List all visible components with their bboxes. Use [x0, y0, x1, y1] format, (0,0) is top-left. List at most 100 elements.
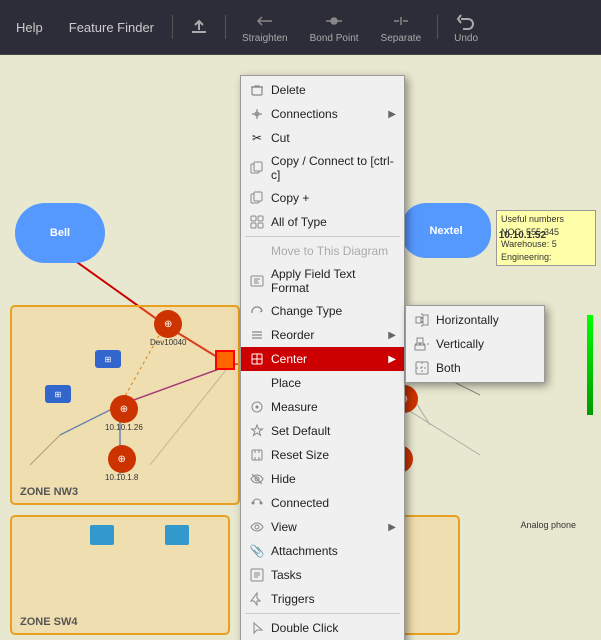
zone-sw4-label: ZONE SW4 — [20, 616, 77, 628]
connected-label: Connected — [271, 496, 396, 510]
connections-icon — [249, 106, 265, 122]
device-node-2[interactable] — [90, 525, 114, 545]
both-center-icon — [414, 360, 430, 376]
router-node-2[interactable]: ⊕ 10.10.1.26 — [105, 395, 143, 432]
triggers-icon — [249, 591, 265, 607]
all-type-label: All of Type — [271, 215, 396, 229]
menu-item-center[interactable]: Center ▶ — [241, 347, 404, 371]
trash-icon — [249, 82, 265, 98]
menu-item-connected[interactable]: Connected — [241, 491, 404, 515]
straighten-label: Straighten — [242, 33, 288, 44]
menu-item-set-default[interactable]: Set Default — [241, 419, 404, 443]
menu-item-view[interactable]: View ▶ — [241, 515, 404, 539]
separate-button[interactable]: Separate — [375, 9, 428, 46]
attachments-label: Attachments — [271, 544, 396, 558]
submenu-item-both[interactable]: Both — [406, 356, 544, 380]
upload-button[interactable] — [183, 15, 215, 39]
menu-item-all-type[interactable]: All of Type — [241, 210, 404, 234]
center-submenu[interactable]: Horizontally Vertically — [405, 305, 545, 383]
router-node-1[interactable]: ⊕ Dev10040 — [150, 310, 186, 347]
menu-item-cut[interactable]: ✂ Cut — [241, 126, 404, 150]
menu-item-place[interactable]: Place — [241, 371, 404, 395]
toolbar-sep-3 — [437, 15, 438, 39]
ip-label: 10.10.1.52 — [499, 230, 546, 241]
menu-item-copy-connect[interactable]: Copy / Connect to [ctrl-c] — [241, 150, 404, 186]
menu-item-hide[interactable]: Hide — [241, 467, 404, 491]
place-icon — [249, 375, 265, 391]
switch-node-1[interactable]: ⊞ — [95, 350, 121, 368]
menu-item-attachments[interactable]: 📎 Attachments — [241, 539, 404, 563]
separate-label: Separate — [381, 33, 422, 44]
change-type-icon — [249, 303, 265, 319]
device-node-1[interactable]: ⊞ — [45, 385, 71, 403]
device-node-3[interactable] — [165, 525, 189, 545]
connections-label: Connections — [271, 107, 382, 121]
move-diagram-label: Move to This Diagram — [271, 244, 396, 258]
field-icon — [249, 273, 265, 289]
dblclick-icon — [249, 620, 265, 636]
signal-bar — [587, 315, 593, 415]
nextel-cloud[interactable]: Nextel — [401, 203, 491, 258]
bell-cloud[interactable]: Bell — [15, 203, 105, 263]
menu-item-reorder[interactable]: Reorder ▶ — [241, 323, 404, 347]
menu-item-tasks[interactable]: Tasks — [241, 563, 404, 587]
measure-icon — [249, 399, 265, 415]
double-click-label: Double Click — [271, 621, 396, 635]
submenu-item-vertically[interactable]: Vertically — [406, 332, 544, 356]
hide-label: Hide — [271, 472, 396, 486]
change-type-label: Change Type — [271, 304, 396, 318]
reset-size-icon — [249, 447, 265, 463]
scissors-icon: ✂ — [249, 130, 265, 146]
menu-item-copy-plus[interactable]: Copy + — [241, 186, 404, 210]
feature-finder-button[interactable]: Feature Finder — [61, 16, 162, 39]
reorder-arrow: ▶ — [388, 330, 396, 341]
menu-sep-1 — [245, 236, 400, 237]
router-icon-2: ⊕ — [110, 395, 138, 423]
selected-node[interactable] — [215, 350, 235, 370]
menu-item-measure[interactable]: Measure — [241, 395, 404, 419]
bond-point-label: Bond Point — [310, 33, 359, 44]
menu-item-change-type[interactable]: Change Type — [241, 299, 404, 323]
v-center-icon — [414, 336, 430, 352]
undo-button[interactable]: Undo — [448, 9, 484, 46]
all-type-icon — [249, 214, 265, 230]
place-label: Place — [271, 376, 396, 390]
undo-label: Undo — [454, 33, 478, 44]
engineering-number: Engineering: — [501, 251, 591, 264]
reset-size-label: Reset Size — [271, 448, 396, 462]
antenna-label: Analog phone — [520, 520, 576, 530]
tasks-icon — [249, 567, 265, 583]
menu-item-triggers[interactable]: Triggers — [241, 587, 404, 611]
menu-item-double-click[interactable]: Double Click — [241, 616, 404, 640]
submenu-item-horizontally[interactable]: Horizontally — [406, 308, 544, 332]
straighten-button[interactable]: Straighten — [236, 9, 294, 46]
h-center-icon — [414, 312, 430, 328]
set-default-icon — [249, 423, 265, 439]
connected-icon — [249, 495, 265, 511]
copy-plus-label: Copy + — [271, 191, 396, 205]
copy-connect-label: Copy / Connect to [ctrl-c] — [271, 154, 396, 182]
apply-field-label: Apply Field Text Format — [271, 267, 396, 295]
switch-icon-1: ⊞ — [95, 350, 121, 368]
bond-point-button[interactable]: Bond Point — [304, 9, 365, 46]
delete-label: Delete — [271, 83, 396, 97]
help-button[interactable]: Help — [8, 16, 51, 39]
menu-item-connections[interactable]: Connections ▶ — [241, 102, 404, 126]
copy-plus-icon — [249, 190, 265, 206]
zone-sw4: ZONE SW4 — [10, 515, 230, 635]
menu-item-apply-field[interactable]: Apply Field Text Format — [241, 263, 404, 299]
device-icon-3 — [165, 525, 189, 545]
device-icon-2 — [90, 525, 114, 545]
center-arrow: ▶ — [388, 354, 396, 365]
router-node-3[interactable]: ⊕ 10.10.1.8 — [105, 445, 138, 482]
menu-item-reset-size[interactable]: Reset Size — [241, 443, 404, 467]
set-default-label: Set Default — [271, 424, 396, 438]
context-menu[interactable]: Delete Connections ▶ ✂ Cut — [240, 75, 405, 640]
canvas-area[interactable]: ZONE NW3 ZONE SW4 ZONE SE2 Bell Nextel U… — [0, 55, 601, 640]
vertically-label: Vertically — [436, 337, 536, 351]
menu-item-delete[interactable]: Delete — [241, 78, 404, 102]
center-icon — [249, 351, 265, 367]
connections-arrow: ▶ — [388, 109, 396, 120]
move-icon — [249, 243, 265, 259]
tasks-label: Tasks — [271, 568, 396, 582]
